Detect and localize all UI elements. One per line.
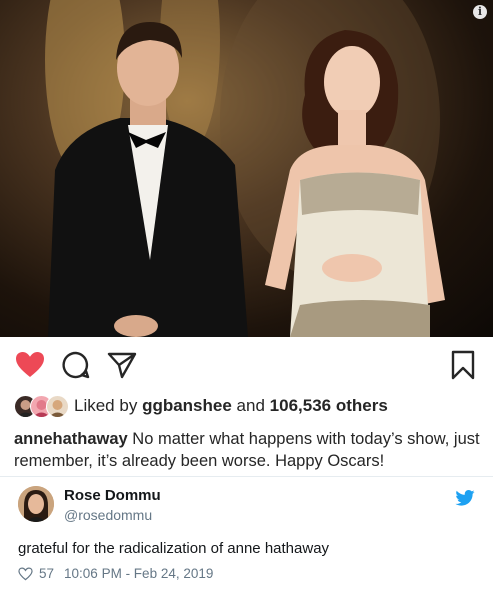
tweet-author-handle[interactable]: @rosedommu (64, 507, 152, 523)
liker-avatars[interactable] (14, 394, 70, 418)
tweet-timestamp[interactable]: 10:06 PM - Feb 24, 2019 (64, 566, 213, 581)
caption-username-link[interactable]: annehathaway (14, 430, 128, 448)
liked-by-user-link[interactable]: ggbanshee (142, 396, 232, 415)
liked-by-count-link[interactable]: 106,536 others (270, 396, 388, 415)
tweet-author-name[interactable]: Rose Dommu (64, 487, 161, 504)
tweet-meta: 57 10:06 PM - Feb 24, 2019 (18, 566, 213, 581)
liked-by-text: Liked by ggbanshee and 106,536 others (74, 396, 388, 416)
bookmark-button[interactable] (447, 349, 479, 381)
liked-by-joiner: and (236, 396, 265, 415)
bookmark-icon (451, 350, 475, 380)
photo-illustration (45, 0, 445, 337)
avatar-image (18, 486, 54, 522)
liked-by-row: Liked by ggbanshee and 106,536 others (14, 394, 388, 418)
info-icon[interactable]: i (473, 5, 487, 19)
liked-by-prefix: Liked by (74, 396, 138, 415)
post-action-bar (0, 343, 493, 387)
tweet-like-icon[interactable] (18, 567, 33, 581)
tweet-like-count[interactable]: 57 (39, 566, 54, 581)
share-icon (107, 352, 137, 379)
twitter-bird-icon[interactable] (455, 490, 475, 506)
tweet-text: grateful for the radicalization of anne … (18, 540, 330, 557)
comment-icon (62, 351, 90, 379)
divider (0, 476, 493, 477)
share-button[interactable] (106, 349, 138, 381)
like-button[interactable] (14, 349, 46, 381)
heart-icon (16, 352, 44, 377)
comment-button[interactable] (60, 349, 92, 381)
liker-avatar (46, 395, 69, 418)
tweet-avatar[interactable] (18, 486, 54, 522)
post-photo: i (0, 0, 493, 337)
post-caption: annehathaway No matter what happens with… (14, 428, 484, 472)
